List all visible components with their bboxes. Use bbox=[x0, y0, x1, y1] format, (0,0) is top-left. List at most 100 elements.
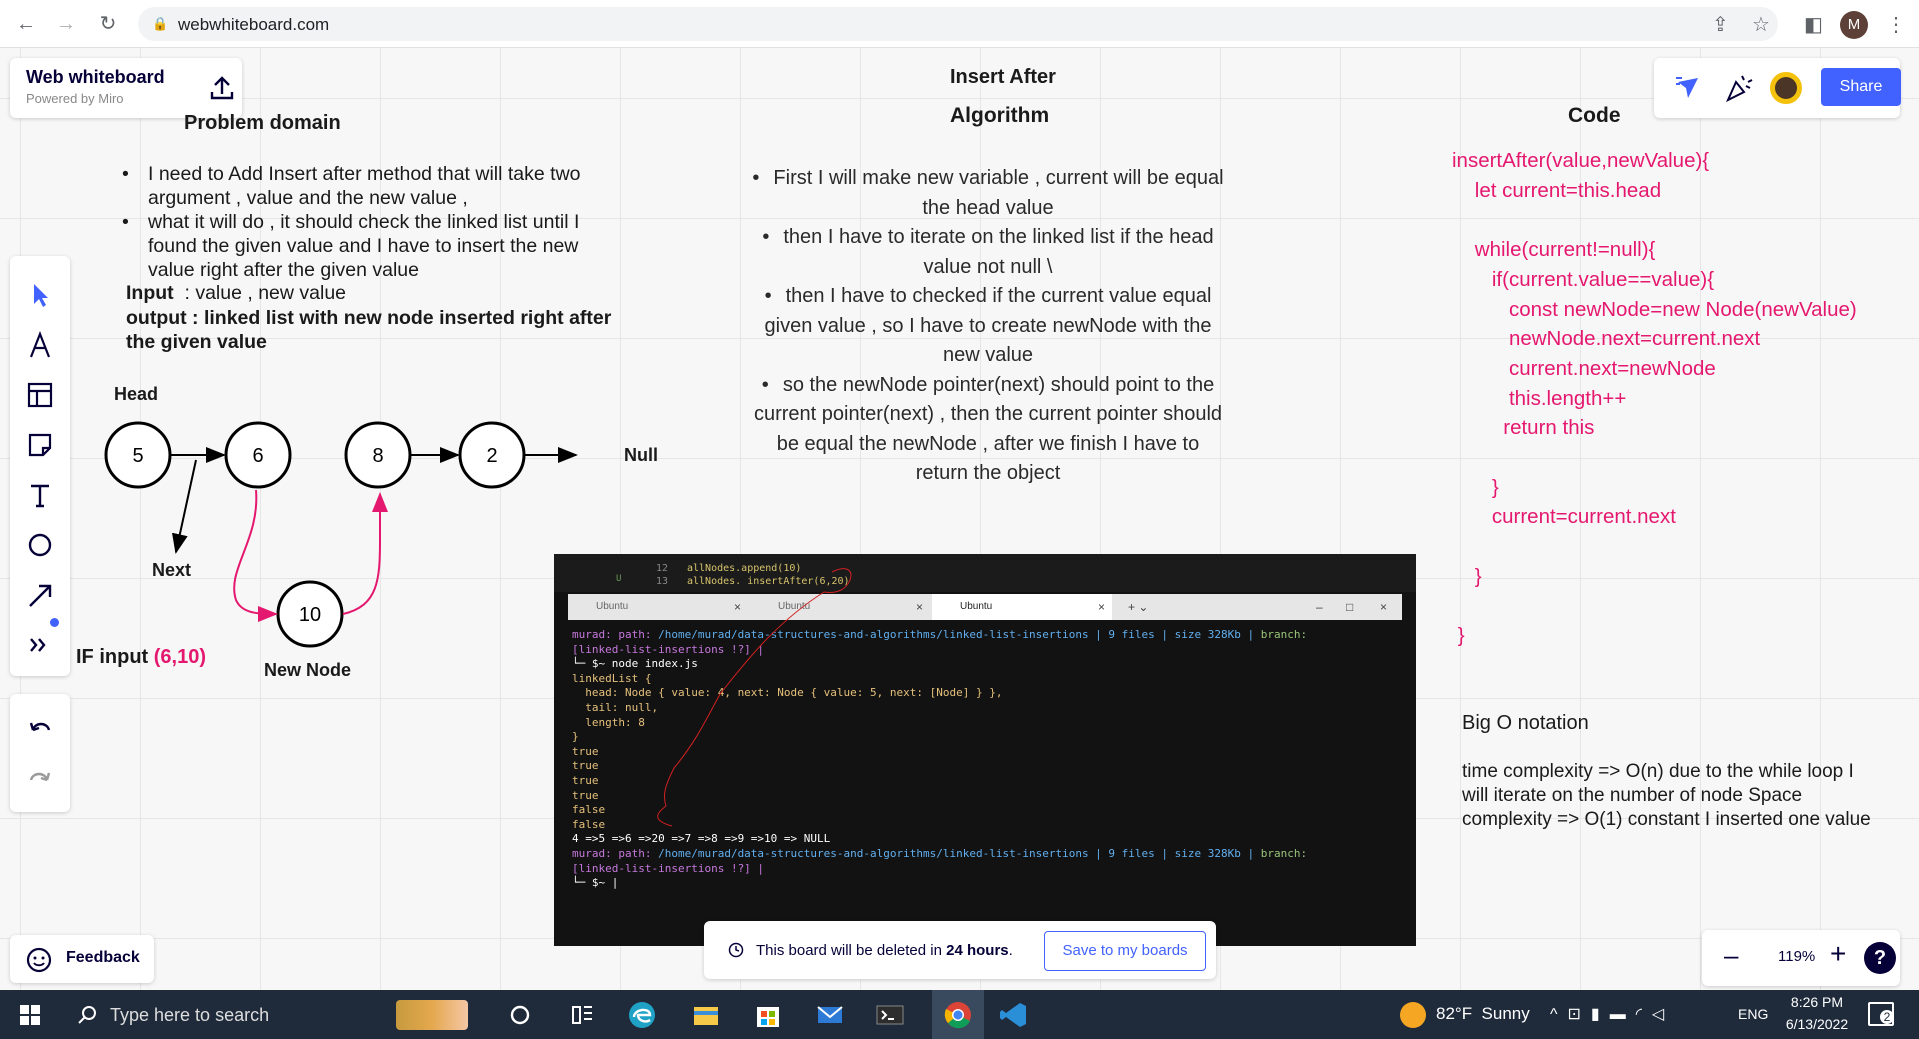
terminal-tab[interactable]: Ubuntu bbox=[750, 594, 930, 620]
taskbar-search[interactable]: Type here to search bbox=[62, 990, 468, 1039]
system-tray-icons[interactable]: ^⊡▮▬◜◁ bbox=[1550, 1004, 1674, 1024]
big-o-body: time complexity => O(n) due to the while… bbox=[1462, 761, 1871, 830]
user-avatar[interactable] bbox=[1770, 72, 1802, 104]
cursor-follow-icon[interactable] bbox=[1674, 74, 1704, 102]
share-button[interactable]: Share bbox=[1821, 68, 1901, 106]
input-description: Input : value , new value bbox=[126, 282, 346, 305]
search-highlight-icon bbox=[396, 1000, 468, 1030]
back-icon[interactable]: ← bbox=[14, 12, 38, 36]
task-view-icon[interactable] bbox=[566, 999, 598, 1031]
terminal-tab-bar: Ubuntu × Ubuntu × Ubuntu × + ⌄ – □ × bbox=[568, 594, 1402, 620]
problem-domain-title: Problem domain bbox=[184, 112, 341, 134]
clock-date[interactable]: 6/13/2022 bbox=[1772, 1016, 1862, 1032]
celebrate-icon[interactable] bbox=[1724, 72, 1754, 104]
insert-after-heading: Insert After bbox=[950, 66, 1056, 88]
feedback-icon bbox=[26, 947, 52, 973]
list-item: so the newNode pointer(next) should poin… bbox=[748, 371, 1228, 489]
more-tools-icon[interactable] bbox=[25, 630, 55, 660]
vscode-icon[interactable] bbox=[998, 999, 1030, 1031]
code-line: allNodes. insertAfter(6,20) bbox=[687, 576, 850, 587]
terminal-screenshot[interactable]: U 12 allNodes.append(10) 13 allNodes. in… bbox=[554, 554, 1416, 946]
minimize-icon[interactable]: – bbox=[1316, 594, 1323, 620]
brand-title: Web whiteboard bbox=[26, 67, 165, 87]
close-tab-icon[interactable]: × bbox=[1098, 594, 1105, 620]
forward-icon[interactable]: → bbox=[54, 12, 78, 36]
upload-icon[interactable] bbox=[206, 72, 238, 104]
cortana-icon[interactable] bbox=[504, 999, 536, 1031]
null-label: Null bbox=[624, 445, 658, 465]
head-label: Head bbox=[114, 384, 159, 404]
list-item: what it will do , it should check the li… bbox=[122, 210, 608, 282]
edge-icon[interactable] bbox=[626, 999, 658, 1031]
zoom-out-icon[interactable]: – bbox=[1724, 940, 1738, 971]
zoom-controls: – 119% + ? bbox=[1702, 930, 1900, 986]
save-to-boards-button[interactable]: Save to my boards bbox=[1044, 931, 1206, 971]
profile-avatar[interactable]: M bbox=[1840, 11, 1868, 39]
next-label: Next bbox=[152, 560, 192, 580]
chrome-app-active[interactable] bbox=[932, 990, 984, 1039]
list-item: then I have to checked if the current va… bbox=[748, 282, 1228, 371]
maximize-icon[interactable]: □ bbox=[1346, 594, 1353, 620]
windows-start-icon[interactable] bbox=[14, 999, 46, 1031]
problem-domain-list: I need to Add Insert after method that w… bbox=[122, 162, 608, 282]
undo-icon[interactable] bbox=[25, 714, 55, 744]
code-block: insertAfter(value,newValue){ let current… bbox=[1452, 149, 1857, 648]
line-number: 12 bbox=[656, 563, 669, 574]
terminal-tab-active[interactable]: Ubuntu bbox=[932, 594, 1112, 620]
undo-redo-panel bbox=[10, 694, 70, 812]
close-tab-icon[interactable]: × bbox=[734, 594, 741, 620]
lock-icon: 🔒 bbox=[152, 16, 169, 31]
url-text[interactable]: webwhiteboard.com bbox=[178, 15, 329, 35]
tools-toolbar bbox=[10, 256, 70, 676]
new-tab-icon[interactable]: + ⌄ bbox=[1128, 594, 1148, 620]
share-page-icon[interactable]: ⇪ bbox=[1712, 12, 1729, 37]
sticky-note-icon[interactable] bbox=[25, 430, 55, 460]
output-text: output : linked list with new node inser… bbox=[126, 307, 612, 353]
terminal-output: murad: path: /home/murad/data-structures… bbox=[572, 628, 1308, 890]
store-icon[interactable] bbox=[752, 999, 784, 1031]
mail-icon[interactable] bbox=[814, 999, 846, 1031]
bookmark-star-icon[interactable]: ☆ bbox=[1752, 12, 1770, 37]
algorithm-title: Algorithm bbox=[950, 104, 1050, 127]
pen-tool-icon[interactable] bbox=[25, 330, 55, 360]
collab-panel: Share bbox=[1654, 58, 1901, 118]
side-panel-icon[interactable]: ◧ bbox=[1804, 12, 1823, 37]
notification-count: 2 bbox=[1880, 1010, 1894, 1024]
board-deletion-notice: This board will be deleted in 24 hours. … bbox=[704, 921, 1216, 979]
text-tool-icon[interactable] bbox=[25, 480, 55, 510]
close-window-icon[interactable]: × bbox=[1380, 594, 1387, 620]
if-input-label: IF input (6,10) bbox=[76, 646, 206, 669]
terminal-app-icon[interactable] bbox=[874, 999, 906, 1031]
zoom-in-icon[interactable]: + bbox=[1830, 938, 1846, 970]
shape-tool-icon[interactable] bbox=[25, 530, 55, 560]
clock-icon bbox=[728, 942, 744, 958]
weather-sun-icon bbox=[1400, 1002, 1426, 1028]
reload-icon[interactable]: ↻ bbox=[96, 12, 120, 36]
search-icon bbox=[78, 1006, 96, 1024]
template-tool-icon[interactable] bbox=[25, 380, 55, 410]
select-tool-icon[interactable] bbox=[25, 280, 55, 310]
feedback-button[interactable]: Feedback bbox=[10, 935, 154, 983]
clock-time[interactable]: 8:26 PM bbox=[1782, 994, 1852, 1010]
close-tab-icon[interactable]: × bbox=[916, 594, 923, 620]
help-icon[interactable]: ? bbox=[1864, 942, 1896, 974]
terminal-tab[interactable]: Ubuntu bbox=[568, 594, 748, 620]
algorithm-list: First I will make new variable , current… bbox=[748, 164, 1228, 489]
list-item: I need to Add Insert after method that w… bbox=[122, 162, 608, 210]
address-bar[interactable]: 🔒 webwhiteboard.com bbox=[138, 7, 1778, 41]
weather-text[interactable]: 82°F Sunny bbox=[1436, 1004, 1530, 1024]
redo-icon[interactable] bbox=[25, 764, 55, 794]
search-placeholder: Type here to search bbox=[110, 1005, 270, 1025]
notification-icon[interactable]: 2 bbox=[1868, 1002, 1894, 1026]
output-description: output : linked list with new node inser… bbox=[102, 306, 622, 354]
browser-menu-icon[interactable]: ⋮ bbox=[1886, 12, 1906, 37]
browser-toolbar: ← → ↻ 🔒 webwhiteboard.com ⇪ ☆ ◧ M ⋮ bbox=[0, 0, 1919, 48]
language-indicator[interactable]: ENG bbox=[1738, 1006, 1768, 1022]
zoom-level[interactable]: 119% bbox=[1778, 948, 1815, 965]
brand-panel: Web whiteboard Powered by Miro bbox=[10, 58, 242, 118]
connector-tool-icon[interactable] bbox=[25, 580, 55, 610]
file-explorer-icon[interactable] bbox=[690, 999, 722, 1031]
list-item: First I will make new variable , current… bbox=[748, 164, 1228, 223]
big-o-title: Big O notation bbox=[1462, 712, 1589, 734]
chrome-icon bbox=[944, 1002, 971, 1029]
